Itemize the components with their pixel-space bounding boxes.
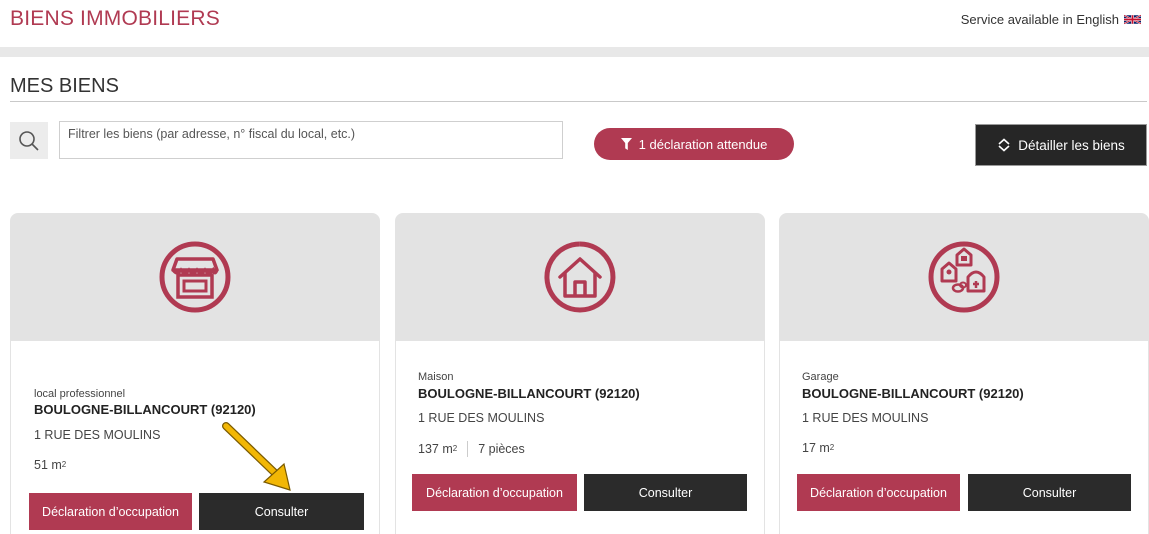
shop-icon	[159, 241, 231, 313]
filter-icon	[620, 138, 632, 150]
pending-declaration-filter-button[interactable]: 1 déclaration attendue	[594, 128, 794, 160]
property-street: 1 RUE DES MOULINS	[802, 411, 929, 425]
property-details: Garage BOULOGNE-BILLANCOURT (92120) 1 RU…	[779, 341, 1149, 534]
property-area: 17 m2	[802, 441, 835, 455]
property-banner	[10, 213, 380, 341]
search-icon[interactable]	[10, 122, 48, 159]
property-type: Maison	[418, 371, 454, 383]
property-street: 1 RUE DES MOULINS	[34, 428, 161, 442]
property-city: BOULOGNE-BILLANCOURT (92120)	[418, 386, 640, 401]
header-divider-bar	[0, 47, 1149, 57]
pending-declaration-label: 1 déclaration attendue	[638, 136, 768, 152]
property-area-rooms: 137 m2 7 pièces	[418, 441, 525, 457]
consult-button[interactable]: Consulter	[584, 474, 747, 511]
section-divider	[10, 101, 1147, 102]
section-title: MES BIENS	[10, 75, 119, 97]
garage-outbuildings-icon	[928, 241, 1000, 313]
property-rooms: 7 pièces	[478, 442, 525, 456]
property-area-value: 137 m	[418, 442, 453, 456]
property-city: BOULOGNE-BILLANCOURT (92120)	[34, 402, 256, 417]
search-input[interactable]	[59, 121, 563, 159]
house-icon	[544, 241, 616, 313]
expand-collapse-icon	[998, 138, 1010, 152]
property-type: Garage	[802, 371, 839, 383]
property-banner	[779, 213, 1149, 341]
language-switch[interactable]: Service available in English	[961, 12, 1141, 27]
property-card: Garage BOULOGNE-BILLANCOURT (92120) 1 RU…	[779, 213, 1149, 534]
property-area-value: 51 m	[34, 458, 62, 472]
property-details: Maison BOULOGNE-BILLANCOURT (92120) 1 RU…	[395, 341, 765, 534]
declaration-occupation-button[interactable]: Déclaration d’occupation	[797, 474, 960, 511]
detail-properties-label: Détailler les biens	[1018, 137, 1125, 153]
property-card: local professionnel BOULOGNE-BILLANCOURT…	[10, 213, 380, 534]
language-link-label[interactable]: Service available in English	[961, 12, 1119, 27]
consult-button[interactable]: Consulter	[199, 493, 364, 530]
property-street: 1 RUE DES MOULINS	[418, 411, 545, 425]
property-area-value: 17 m	[802, 441, 830, 455]
app-title: BIENS IMMOBILIERS	[10, 7, 220, 30]
property-banner	[395, 213, 765, 341]
property-city: BOULOGNE-BILLANCOURT (92120)	[802, 386, 1024, 401]
property-area: 51 m2	[34, 458, 67, 472]
meta-separator	[467, 441, 469, 457]
declaration-occupation-button[interactable]: Déclaration d’occupation	[412, 474, 577, 511]
property-type: local professionnel	[34, 388, 126, 400]
property-card: Maison BOULOGNE-BILLANCOURT (92120) 1 RU…	[395, 213, 765, 534]
uk-flag-icon[interactable]	[1124, 14, 1141, 25]
detail-properties-button[interactable]: Détailler les biens	[975, 124, 1147, 166]
declaration-occupation-button[interactable]: Déclaration d’occupation	[29, 493, 192, 530]
property-details: local professionnel BOULOGNE-BILLANCOURT…	[10, 341, 380, 534]
yellow-arrow-icon	[222, 422, 291, 491]
consult-button[interactable]: Consulter	[968, 474, 1131, 511]
